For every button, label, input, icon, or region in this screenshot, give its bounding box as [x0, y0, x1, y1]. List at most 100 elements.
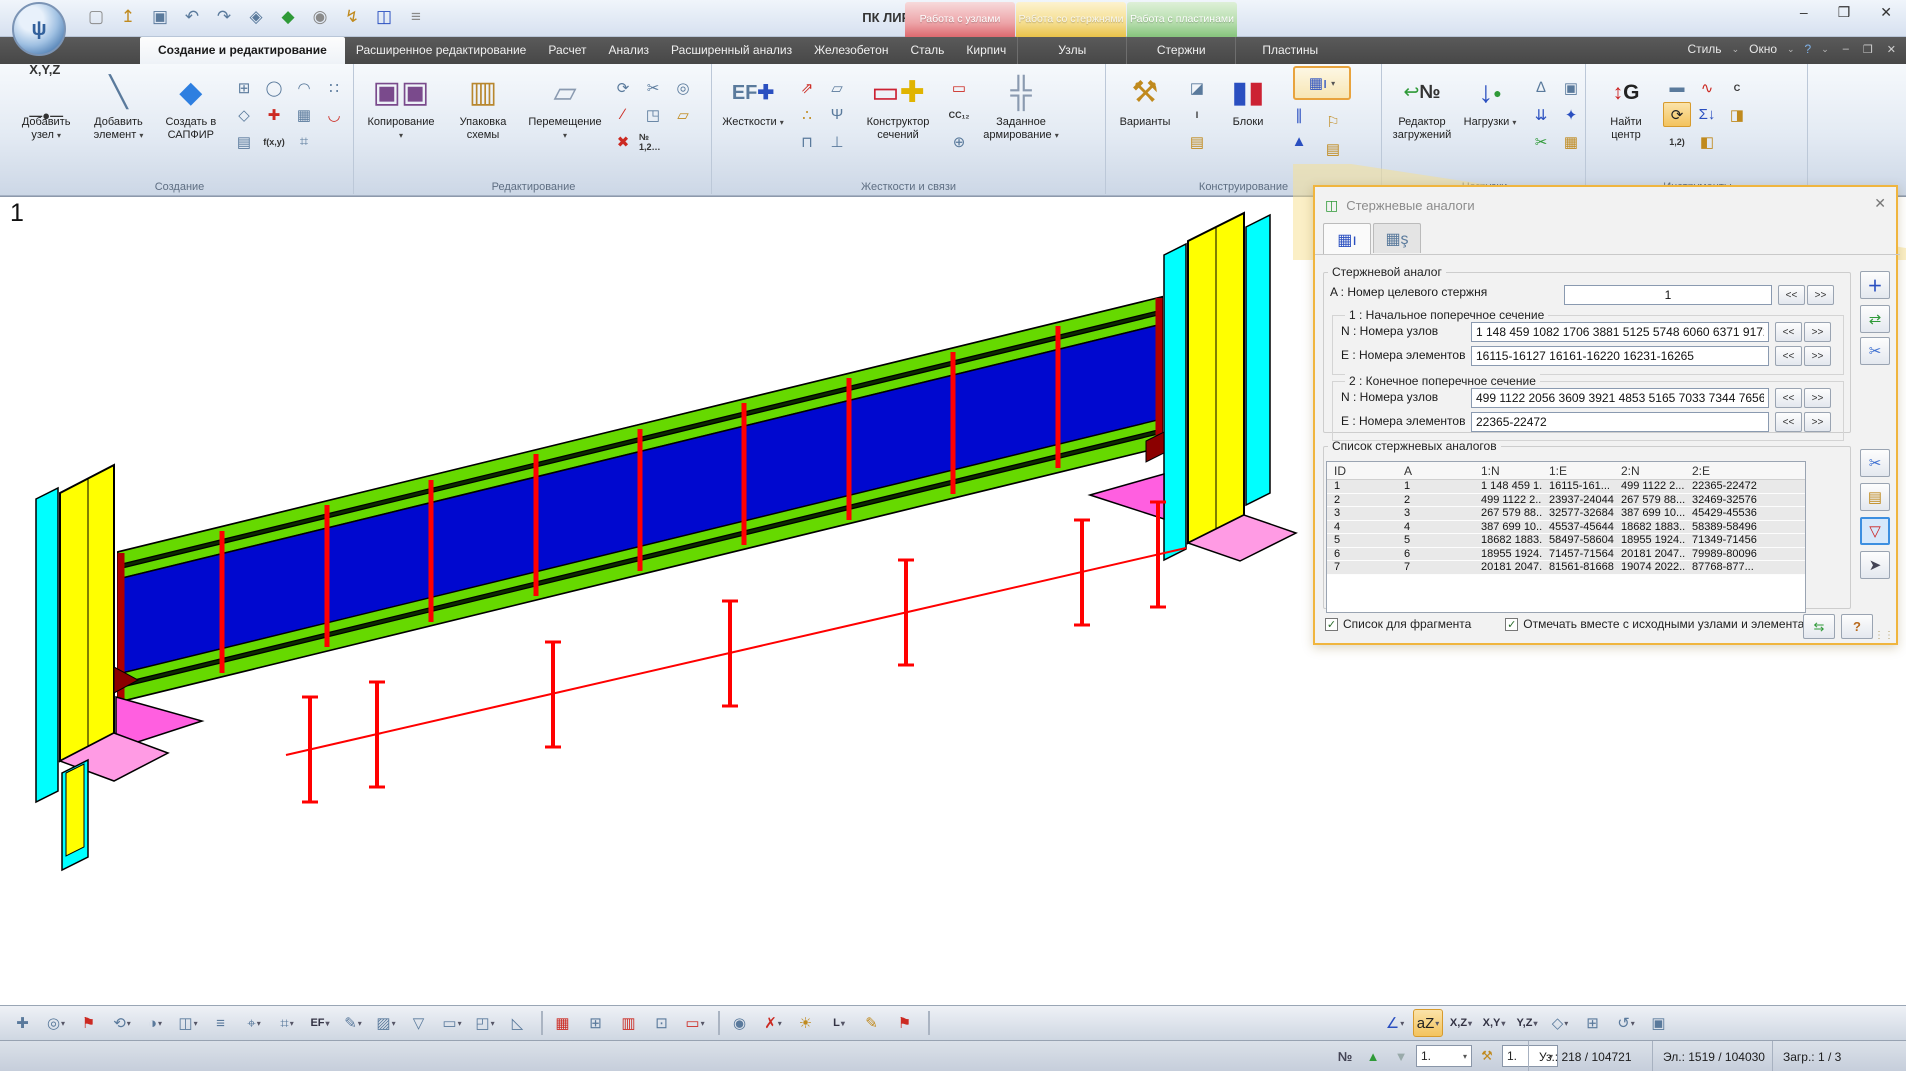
recalc-cycle-icon[interactable]: ⟳	[1663, 102, 1691, 127]
column-header[interactable]: 2:E	[1685, 462, 1805, 479]
table-row[interactable]: 3 3 267 579 88... 32577-32684 387 699 10…	[1327, 507, 1805, 521]
given-reinforcement-button[interactable]: ╬ Заданное армирование ▾	[978, 68, 1064, 144]
step-up-icon[interactable]: ▲	[1360, 1044, 1386, 1068]
tab-reinforced-concrete[interactable]: Железобетон	[803, 37, 899, 64]
tab-nodes[interactable]: Узлы	[1017, 37, 1126, 64]
red-flag-icon[interactable]: ⚑	[890, 1009, 920, 1037]
quad-colors-icon[interactable]: ◧	[1693, 129, 1721, 154]
supports-dots-icon[interactable]: ∴	[793, 102, 821, 127]
add-bars-icon[interactable]: ∥	[1285, 102, 1313, 127]
contour-icon[interactable]: ≡	[206, 1009, 236, 1037]
table-row[interactable]: 6 6 18955 1924... 71457-71564 20181 2047…	[1327, 548, 1805, 562]
plate-icon[interactable]: ▱	[823, 75, 851, 100]
move-axes-icon[interactable]: ✚	[260, 102, 288, 127]
target-prev-button[interactable]: <<	[1778, 285, 1805, 305]
dashed-grid-icon[interactable]: ⌗	[290, 129, 318, 154]
start-elements-prev-button[interactable]: <<	[1775, 346, 1802, 366]
brick-wall-icon[interactable]: ▤	[1183, 129, 1211, 154]
concrete-cube-icon[interactable]: ◪	[1183, 75, 1211, 100]
tower-gen-icon[interactable]: ▤	[230, 129, 258, 154]
mdi-minimize-button[interactable]: –	[1843, 43, 1849, 55]
perspective-grid-icon[interactable]: ⊞	[1578, 1009, 1608, 1037]
tab-advanced-edit[interactable]: Расширенное редактирование	[345, 37, 538, 64]
bar-analogs-button[interactable]: ▦ı ▾	[1293, 66, 1351, 100]
local-axes-icon[interactable]: L▾	[824, 1009, 854, 1037]
column-header[interactable]: 1:E	[1542, 462, 1614, 479]
tab-brick[interactable]: Кирпич	[955, 37, 1017, 64]
ctx-header-nodes[interactable]: Работа с узлами	[905, 2, 1015, 37]
end-elements-input[interactable]	[1471, 412, 1769, 432]
table-row[interactable]: 5 5 18682 1883... 58497-58604 18955 1924…	[1327, 534, 1805, 548]
grid-icon[interactable]: ⌗▾	[272, 1009, 302, 1037]
tab-bar-analog[interactable]: ▦ı	[1323, 223, 1371, 255]
scissors-icon[interactable]: ✂	[639, 75, 667, 100]
magnifier-icon[interactable]: ◉	[725, 1009, 755, 1037]
table-row[interactable]: 7 7 20181 2047... 81561-81668 19074 2022…	[1327, 561, 1805, 575]
apply-button[interactable]: ⇆	[1803, 614, 1835, 639]
fxy-surface-icon[interactable]: f(x,y)	[260, 129, 288, 154]
add-element-icon[interactable]: ⊡	[647, 1009, 677, 1037]
restore-button[interactable]: ❒	[1838, 4, 1851, 21]
add-triangles-icon[interactable]: ▲	[1285, 129, 1313, 154]
red-frame-icon[interactable]: ▭▾	[680, 1009, 710, 1037]
proj-xz-icon[interactable]: X,Z▾	[1446, 1009, 1476, 1037]
add-element-button[interactable]: ╲ Добавить элемент ▾	[84, 68, 152, 144]
dove-diamond-icon[interactable]: ✦	[1557, 102, 1585, 127]
arch-gen-icon[interactable]: ◡	[320, 102, 348, 127]
colorbar-cursor-icon[interactable]: ▬	[1663, 75, 1691, 100]
truss-gen-icon[interactable]: ◇	[230, 102, 258, 127]
proj-yz-icon[interactable]: Y,Z▾	[1512, 1009, 1542, 1037]
load-editor-button[interactable]: ↩№ Редактор загружений	[1390, 68, 1454, 144]
rotate-copy-icon[interactable]: ⟳	[609, 75, 637, 100]
brick-diamond-icon[interactable]: ▦	[1557, 129, 1585, 154]
tab-bars[interactable]: Стержни	[1126, 37, 1235, 64]
delete-analog-button[interactable]: ✂	[1860, 449, 1890, 477]
start-nodes-next-button[interactable]: >>	[1804, 322, 1831, 342]
table-row[interactable]: 2 2 499 1122 2... 23937-24044 267 579 88…	[1327, 494, 1805, 508]
column-header[interactable]: ID	[1327, 462, 1397, 479]
variants-button[interactable]: ⚒ Варианты	[1112, 68, 1178, 131]
pin-squares-icon[interactable]: ◨	[1723, 102, 1751, 127]
tab-calc[interactable]: Расчет	[537, 37, 597, 64]
style-menu[interactable]: Стиль	[1687, 42, 1721, 56]
analog-table[interactable]: IDA1:N1:E2:N2:E 1 1 1 148 459 1... 16115…	[1326, 461, 1806, 613]
aim-icon[interactable]: ⌖▾	[239, 1009, 269, 1037]
resize-grip[interactable]: ⋮⋮	[1874, 630, 1894, 641]
end-nodes-prev-button[interactable]: <<	[1775, 388, 1802, 408]
resize-page-icon[interactable]: ◳	[639, 102, 667, 127]
add-analog-button[interactable]: ＋	[1860, 271, 1890, 299]
mdi-restore-button[interactable]: ❒	[1863, 43, 1873, 56]
tab-analysis[interactable]: Анализ	[598, 37, 661, 64]
window-menu[interactable]: Окно	[1749, 42, 1777, 56]
column-header[interactable]: 2:N	[1614, 462, 1685, 479]
rotate-scene-icon[interactable]: ↺▾	[1611, 1009, 1641, 1037]
help-menu[interactable]: ?	[1805, 42, 1812, 56]
stiffness-view-icon[interactable]: EF▾	[305, 1009, 335, 1037]
ctx-header-bars[interactable]: Работа со стержнями	[1016, 2, 1126, 37]
current-load-combo[interactable]: 1.▾	[1416, 1045, 1472, 1067]
orange-flag-icon[interactable]: ⚐	[1319, 109, 1347, 134]
mirror-icon[interactable]: ◑▾	[140, 1009, 170, 1037]
pan-icon[interactable]: ✚	[8, 1009, 38, 1037]
c-squares-icon[interactable]: C	[1723, 75, 1751, 100]
pack-scheme-button[interactable]: ▥ Упаковка схемы	[444, 68, 522, 144]
tab-plate-analog[interactable]: ▦ş	[1373, 223, 1421, 253]
frame-gen-icon[interactable]: ⊞	[230, 75, 258, 100]
zoom-select-icon[interactable]: ◎	[669, 75, 697, 100]
column-header[interactable]: 1:N	[1474, 462, 1542, 479]
start-nodes-input[interactable]	[1471, 322, 1769, 342]
sum-loads-icon[interactable]: Σ↓	[1693, 102, 1721, 127]
support-icon[interactable]: ⊥	[823, 129, 851, 154]
slash-plane-icon[interactable]: ∕	[609, 102, 637, 127]
blocks-button[interactable]: ▮▮ Блоки	[1216, 68, 1280, 131]
mesh-gen-icon[interactable]: ▦	[290, 102, 318, 127]
rotate-view-icon[interactable]: ⟲▾	[107, 1009, 137, 1037]
elements-table-icon[interactable]: ▥	[614, 1009, 644, 1037]
loads-button[interactable]: ↓● Нагрузки ▾	[1458, 68, 1522, 131]
start-elements-input[interactable]	[1471, 346, 1769, 366]
pair-view-icon[interactable]: ◫▾	[173, 1009, 203, 1037]
swap-sections-button[interactable]: ⇄	[1860, 305, 1890, 333]
axes-az-pressed-icon[interactable]: aZ▾	[1413, 1009, 1443, 1037]
select-triangle-icon[interactable]: ◺	[503, 1009, 533, 1037]
tab-advanced-analysis[interactable]: Расширенный анализ	[660, 37, 803, 64]
